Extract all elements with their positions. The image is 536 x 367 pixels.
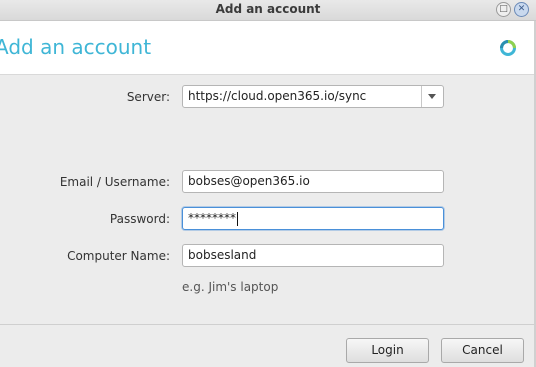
computer-name-label: Computer Name: (67, 249, 170, 263)
login-button[interactable]: Login (346, 338, 429, 363)
close-button[interactable]: ✕ (514, 2, 529, 17)
maximize-icon: □ (499, 4, 508, 14)
password-label: Password: (109, 212, 170, 226)
page-title: Add an account (0, 35, 152, 59)
text-caret (237, 211, 238, 226)
chevron-down-icon[interactable] (421, 86, 443, 107)
email-field[interactable]: bobses@open365.io (182, 170, 444, 193)
maximize-button[interactable]: □ (496, 2, 511, 17)
server-label: Server: (126, 90, 170, 104)
server-value: https://cloud.open365.io/sync (188, 89, 367, 103)
dialog-header: Add an account (0, 21, 536, 75)
app-logo-icon (500, 40, 516, 56)
password-value: ******** (188, 211, 236, 225)
email-label: Email / Username: (59, 175, 170, 189)
password-field[interactable]: ******** (182, 207, 444, 230)
computer-name-hint: e.g. Jim's laptop (182, 280, 279, 294)
dialog-footer: Login Cancel (0, 325, 536, 367)
title-bar: Add an account □ ✕ (0, 0, 536, 21)
cancel-button[interactable]: Cancel (441, 338, 524, 363)
computer-name-value: bobsesland (188, 248, 257, 262)
window-title: Add an account (215, 2, 321, 16)
account-form: Server: https://cloud.open365.io/sync Em… (0, 75, 536, 324)
email-value: bobses@open365.io (188, 174, 310, 188)
computer-name-field[interactable]: bobsesland (182, 244, 444, 267)
server-combobox[interactable]: https://cloud.open365.io/sync (182, 85, 444, 108)
close-icon: ✕ (517, 4, 526, 14)
